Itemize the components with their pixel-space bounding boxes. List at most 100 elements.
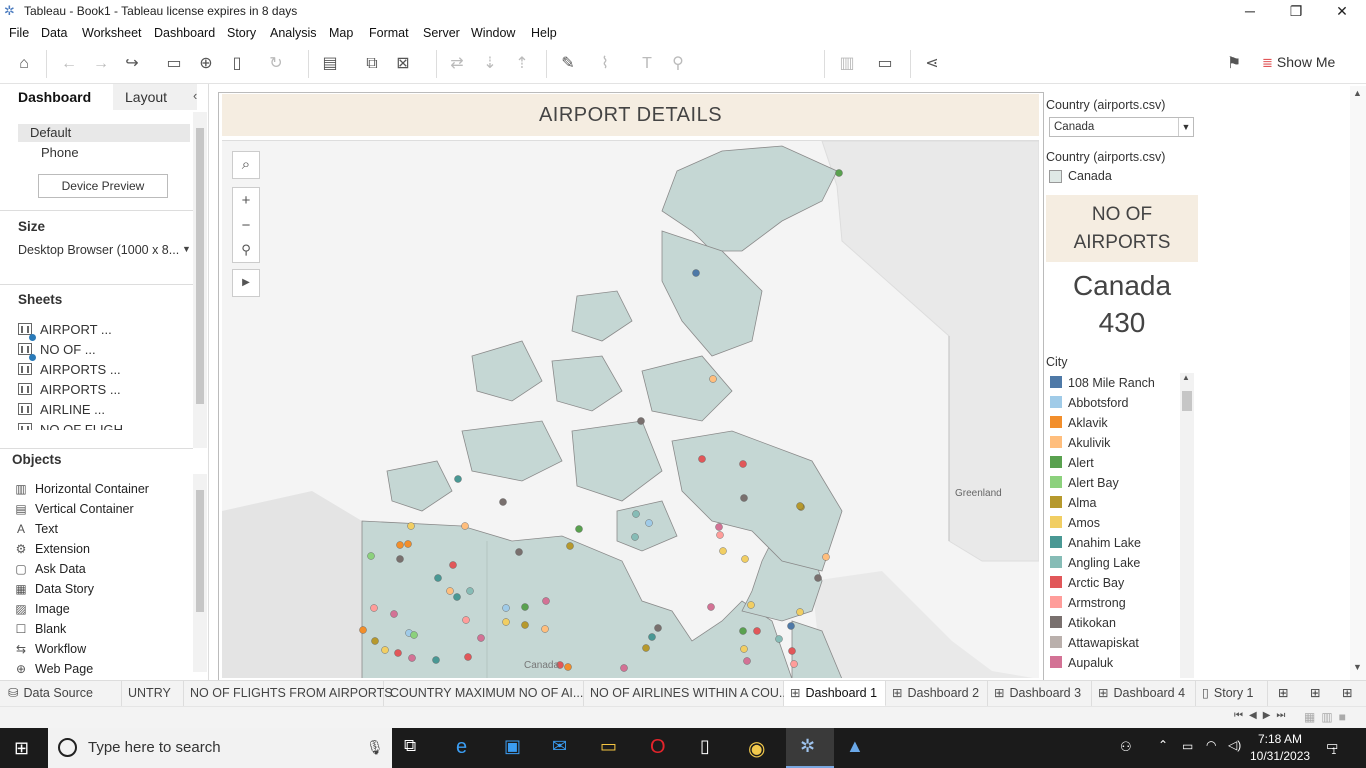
minimize-button[interactable]: ─ bbox=[1227, 0, 1273, 22]
replay-icon[interactable]: ↪ bbox=[121, 54, 143, 74]
menu-format[interactable]: Format bbox=[369, 26, 409, 40]
battery-icon[interactable]: ▭ bbox=[1182, 739, 1193, 753]
tableau-taskbar-item[interactable]: ✲ bbox=[786, 728, 834, 768]
menu-server[interactable]: Server bbox=[423, 26, 460, 40]
pin-icon[interactable]: ⚲ bbox=[667, 54, 689, 74]
format-painter-icon[interactable]: ⚑ bbox=[1223, 54, 1245, 74]
sheet-item[interactable]: NO OF FLIGH... bbox=[18, 422, 188, 430]
task-view-icon[interactable]: ⧉ bbox=[404, 736, 430, 760]
windows-start-icon[interactable]: ⊞ bbox=[14, 738, 29, 759]
photos-icon[interactable]: ▲ bbox=[846, 736, 872, 760]
tab-story-1[interactable]: ▯ Story 1 bbox=[1196, 681, 1268, 707]
main-scrollbar[interactable]: ▲ ▼ bbox=[1350, 86, 1366, 680]
chevron-down-icon[interactable]: ▼ bbox=[1178, 118, 1193, 136]
map-search-icon[interactable]: ⌕ bbox=[232, 151, 260, 179]
legend-item[interactable]: Akulivik bbox=[1050, 436, 1110, 452]
scroll-up-icon[interactable]: ▲ bbox=[1182, 373, 1190, 382]
menu-help[interactable]: Help bbox=[531, 26, 557, 40]
store-icon[interactable]: ▣ bbox=[504, 736, 530, 760]
new-worksheet-icon[interactable]: ⊞ bbox=[1272, 681, 1302, 707]
object-data-story[interactable]: ▦ Data Story bbox=[14, 582, 94, 600]
show-mark-labels-icon[interactable]: T bbox=[636, 54, 658, 74]
expand-toolbar-icon[interactable]: ▶ bbox=[232, 269, 260, 297]
new-data-source-icon[interactable]: ⊕ bbox=[195, 54, 217, 74]
objects-scrollbar-thumb[interactable] bbox=[196, 490, 204, 612]
sheet-item[interactable]: AIRPORTS ... bbox=[18, 382, 188, 400]
file-explorer-icon[interactable]: ▭ bbox=[600, 736, 626, 760]
legend-item[interactable]: Alma bbox=[1050, 496, 1096, 512]
sheet-navigation-icons[interactable]: ⏮◀▶⏭ bbox=[1234, 710, 1291, 721]
wifi-icon[interactable]: ◠ bbox=[1206, 738, 1216, 752]
legend-item[interactable]: Atikokan bbox=[1050, 616, 1116, 632]
microphone-icon[interactable]: 🎙︎ bbox=[366, 739, 384, 756]
tab-dashboard-2[interactable]: ⊞ Dashboard 2 bbox=[886, 681, 988, 707]
restore-button[interactable]: ❐ bbox=[1273, 0, 1319, 22]
sheet-item[interactable]: AIRPORTS ... bbox=[18, 362, 188, 380]
highlight-icon[interactable]: ✎ bbox=[557, 54, 579, 74]
object-vertical-container[interactable]: ▤ Vertical Container bbox=[14, 502, 133, 520]
legend-item[interactable]: Attawapiskat bbox=[1050, 636, 1139, 652]
tab-dashboard-3[interactable]: ⊞ Dashboard 3 bbox=[988, 681, 1092, 707]
legend-item[interactable]: Aupaluk bbox=[1050, 656, 1113, 672]
tab-layout[interactable]: Layout bbox=[113, 84, 197, 110]
zoom-in-icon[interactable]: + bbox=[233, 188, 259, 213]
group-members-icon[interactable]: ⌇ bbox=[594, 54, 616, 74]
object-ask-data[interactable]: ▢ Ask Data bbox=[14, 562, 85, 580]
map-svg[interactable] bbox=[222, 141, 1039, 678]
object-extension[interactable]: ⚙ Extension bbox=[14, 542, 90, 560]
tab-dashboard-4[interactable]: ⊞ Dashboard 4 bbox=[1092, 681, 1196, 707]
tab-dashboard[interactable]: Dashboard bbox=[0, 84, 113, 110]
swap-axes-icon[interactable]: ⇄ bbox=[446, 54, 468, 74]
pause-updates-icon[interactable]: ▯ bbox=[226, 54, 248, 74]
legend-item[interactable]: Aklavik bbox=[1050, 416, 1108, 432]
map-view[interactable]: ⌕ + − ⚲ ▶ bbox=[222, 140, 1039, 678]
menu-dashboard[interactable]: Dashboard bbox=[154, 26, 215, 40]
close-button[interactable]: ✕ bbox=[1319, 0, 1365, 22]
legend-item[interactable]: Alert Bay bbox=[1050, 476, 1119, 492]
sheet-item[interactable]: AIRPORT ... bbox=[18, 322, 188, 341]
menu-story[interactable]: Story bbox=[227, 26, 256, 40]
tab-sheet[interactable]: NO OF FLIGHTS FROM AIRPORTS bbox=[184, 681, 393, 707]
sort-descending-icon[interactable]: ⇡ bbox=[511, 54, 533, 74]
object-blank[interactable]: ☐ Blank bbox=[14, 622, 67, 640]
sheet-item[interactable]: AIRLINE ... bbox=[18, 402, 188, 420]
tab-sheet[interactable]: UNTRY bbox=[122, 681, 184, 707]
menu-worksheet[interactable]: Worksheet bbox=[82, 26, 142, 40]
tab-sheet[interactable]: NO OF AIRLINES WITHIN A COU... bbox=[584, 681, 789, 707]
device-scrollbar-thumb[interactable] bbox=[196, 128, 204, 404]
taskbar-search[interactable]: Type here to search 🎙︎ bbox=[48, 728, 392, 768]
legend-item[interactable]: Armstrong bbox=[1050, 596, 1126, 612]
document-icon[interactable]: ▯ bbox=[700, 736, 726, 760]
system-clock[interactable]: 7:18 AM 10/31/2023 bbox=[1250, 731, 1310, 765]
edge-icon[interactable]: e bbox=[456, 736, 482, 760]
chrome-icon[interactable]: ◉ bbox=[748, 736, 774, 760]
share-icon[interactable]: ⋖ bbox=[921, 54, 943, 74]
scroll-up-icon[interactable]: ▲ bbox=[1353, 88, 1362, 98]
tab-dashboard-1[interactable]: ⊞ Dashboard 1 bbox=[784, 681, 886, 707]
volume-icon[interactable]: ◁) bbox=[1228, 738, 1241, 752]
legend-item[interactable]: Amos bbox=[1050, 516, 1100, 532]
show-cards-icon[interactable]: ▥ bbox=[836, 54, 858, 74]
undo-icon[interactable]: ← bbox=[58, 54, 80, 74]
chevron-down-icon[interactable]: ▼ bbox=[182, 244, 191, 254]
legend-item[interactable]: Angling Lake bbox=[1050, 556, 1140, 572]
pin-map-icon[interactable]: ⚲ bbox=[233, 238, 259, 262]
new-dashboard-icon[interactable]: ⊞ bbox=[1304, 681, 1334, 707]
collapse-panel-icon[interactable]: ‹ bbox=[193, 88, 197, 103]
highlight-legend-label[interactable]: Canada bbox=[1068, 169, 1112, 183]
size-dropdown[interactable]: Desktop Browser (1000 x 8... bbox=[18, 243, 179, 257]
new-story-icon[interactable]: ⊞ bbox=[1336, 681, 1366, 707]
menu-data[interactable]: Data bbox=[41, 26, 67, 40]
menu-file[interactable]: File bbox=[9, 26, 29, 40]
home-icon[interactable]: ⌂ bbox=[13, 54, 35, 74]
redo-icon[interactable]: → bbox=[90, 54, 112, 74]
legend-item[interactable]: 108 Mile Ranch bbox=[1050, 376, 1155, 392]
sheet-item[interactable]: NO OF ... bbox=[18, 342, 188, 361]
save-icon[interactable]: ▭ bbox=[163, 54, 185, 74]
view-mode-icons[interactable]: ▦▥■ bbox=[1304, 710, 1352, 724]
object-text[interactable]: A Text bbox=[14, 522, 58, 540]
zoom-out-icon[interactable]: − bbox=[233, 213, 259, 238]
device-default[interactable]: Default bbox=[18, 124, 190, 142]
legend-scrollbar[interactable] bbox=[1180, 373, 1194, 678]
show-me-button[interactable]: ≣ Show Me bbox=[1262, 54, 1335, 71]
